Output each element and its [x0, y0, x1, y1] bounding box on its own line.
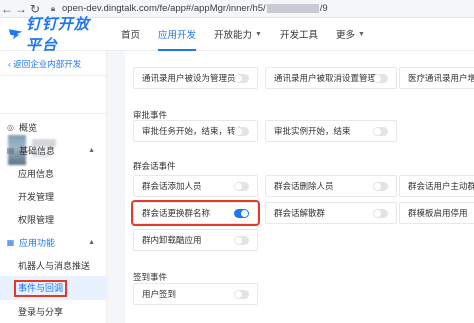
- sidebar: ‹ 返回企业内部开发 ◎ 概览 ▤ 基础信息 ▲ 应用信息 开发管理 权限管理 …: [0, 51, 107, 323]
- url-suffix: /9: [319, 3, 328, 14]
- event-tile: 群会话删除人员: [265, 175, 397, 197]
- sidebar-item-label: 权限管理: [18, 214, 55, 225]
- nav-open-capabilities-label: 开放能力: [214, 30, 253, 41]
- event-toggle[interactable]: [234, 127, 249, 136]
- sidebar-item-app-features[interactable]: ▦ 应用功能 ▲: [0, 230, 107, 254]
- event-label: 审批任务开始，结束，转交: [142, 126, 245, 136]
- event-label: 群会话更换群名称: [142, 208, 211, 218]
- lock-icon[interactable]: 🔒︎: [48, 4, 58, 14]
- chevron-down-icon: ▼: [358, 30, 365, 38]
- sidebar-item-label: 应用信息: [18, 168, 55, 179]
- sidebar-item-login-share[interactable]: 登录与分享: [0, 299, 107, 323]
- sidebar-item-permission[interactable]: 权限管理: [0, 207, 107, 231]
- sidebar-item-label: 概览: [19, 122, 38, 133]
- main-content: 通讯录用户被设为管理员 通讯录用户被取消设置管理员 医疗通讯录用户增 审批事件 …: [107, 51, 474, 323]
- sidebar-item-label: 开发管理: [18, 191, 55, 202]
- nav-home-label: 首页: [121, 30, 141, 41]
- event-toggle[interactable]: [234, 74, 249, 83]
- sidebar-item-label: 登录与分享: [18, 306, 64, 317]
- sidebar-divider: [0, 113, 107, 114]
- nav-dev-tools[interactable]: 开发工具: [271, 18, 327, 51]
- sidebar-item-label: 应用功能: [19, 237, 56, 248]
- event-tile: 医疗通讯录用户增: [399, 67, 474, 89]
- event-tile: 群内卸载酷应用: [133, 229, 258, 251]
- nav-app-dev-label: 应用开发: [158, 30, 197, 41]
- nav-dev-tools-label: 开发工具: [279, 30, 318, 41]
- event-tile: 通讯录用户被设为管理员: [133, 67, 258, 89]
- sidebar-item-events-callbacks[interactable]: 事件与回调: [0, 276, 107, 300]
- event-label: 群会话解散群: [274, 208, 326, 218]
- chevron-up-icon: ▲: [88, 146, 95, 154]
- event-tile: 通讯录用户被取消设置管理员: [265, 67, 397, 89]
- event-tile: 群会话用户主动群: [399, 175, 474, 197]
- sidebar-item-robot-push[interactable]: 机器人与消息推送: [0, 253, 107, 277]
- event-label: 通讯录用户被设为管理员: [142, 73, 236, 83]
- back-to-enterprise-link[interactable]: ‹ 返回企业内部开发: [8, 58, 81, 70]
- nav-more[interactable]: 更多 ▼: [327, 18, 374, 51]
- sidebar-divider: [0, 75, 107, 76]
- sidebar-item-label: 基础信息: [19, 145, 56, 156]
- event-toggle[interactable]: [234, 182, 249, 191]
- section-title-checkin: 签到事件: [133, 272, 168, 282]
- event-tile: 群会话添加人员: [133, 175, 258, 197]
- event-label: 审批实例开始，结束: [274, 126, 351, 136]
- nav-open-capabilities[interactable]: 开放能力 ▼: [205, 18, 271, 51]
- back-link-label: 返回企业内部开发: [13, 59, 82, 69]
- event-label: 群会话添加人员: [142, 181, 202, 191]
- event-tile: 群模板启用停用: [399, 202, 474, 224]
- event-toggle[interactable]: [234, 236, 249, 245]
- event-tile: 审批任务开始，结束，转交: [133, 120, 258, 142]
- sidebar-item-basic-info[interactable]: ▤ 基础信息 ▲: [0, 138, 107, 162]
- sidebar-item-dev-manage[interactable]: 开发管理: [0, 184, 107, 208]
- event-label: 群模板启用停用: [408, 208, 468, 218]
- sidebar-item-app-info[interactable]: 应用信息: [0, 161, 107, 185]
- event-label: 医疗通讯录用户增: [408, 73, 474, 83]
- event-toggle[interactable]: [373, 74, 388, 83]
- event-label: 群会话用户主动群: [408, 181, 474, 191]
- overview-icon: ◎: [7, 122, 14, 132]
- chevron-down-icon: ▼: [255, 30, 262, 38]
- chevron-up-icon: ▲: [88, 238, 95, 246]
- sidebar-item-overview[interactable]: ◎ 概览: [0, 115, 107, 139]
- top-nav: 首页 应用开发 开放能力 ▼ 开发工具 更多 ▼: [112, 18, 374, 51]
- event-label: 群内卸载酷应用: [142, 235, 202, 245]
- event-tile: 群会话解散群: [265, 202, 397, 224]
- event-tile: 审批实例开始，结束: [265, 120, 397, 142]
- event-tile-highlighted: 群会话更换群名称: [131, 200, 260, 226]
- app-features-icon: ▦: [6, 237, 15, 247]
- event-toggle-on[interactable]: [234, 209, 249, 218]
- nav-app-dev[interactable]: 应用开发: [149, 18, 205, 51]
- event-toggle[interactable]: [373, 182, 388, 191]
- sidebar-item-label: 机器人与消息推送: [18, 260, 91, 271]
- nav-more-label: 更多: [336, 30, 356, 41]
- dingtalk-logo-icon: [8, 29, 23, 40]
- event-toggle[interactable]: [373, 127, 388, 136]
- nav-home[interactable]: 首页: [112, 18, 149, 51]
- event-toggle[interactable]: [373, 209, 388, 218]
- dingtalk-open-platform-logo[interactable]: 钉钉开放平台: [8, 13, 102, 55]
- document-icon: ▤: [6, 145, 15, 155]
- event-label: 通讯录用户被取消设置管理员: [274, 73, 385, 83]
- logo-text: 钉钉开放平台: [25, 16, 90, 54]
- url-redacted-block: [266, 3, 319, 13]
- top-header: 钉钉开放平台 首页 应用开发 开放能力 ▼ 开发工具 更多 ▼: [0, 16, 474, 54]
- section-title-group-session: 群会话事件: [133, 161, 176, 171]
- event-toggle[interactable]: [234, 290, 249, 299]
- sidebar-item-label: 事件与回调: [14, 279, 68, 297]
- event-label: 用户签到: [142, 289, 177, 299]
- event-tile: 用户签到: [133, 283, 258, 305]
- event-label: 群会话删除人员: [274, 181, 334, 191]
